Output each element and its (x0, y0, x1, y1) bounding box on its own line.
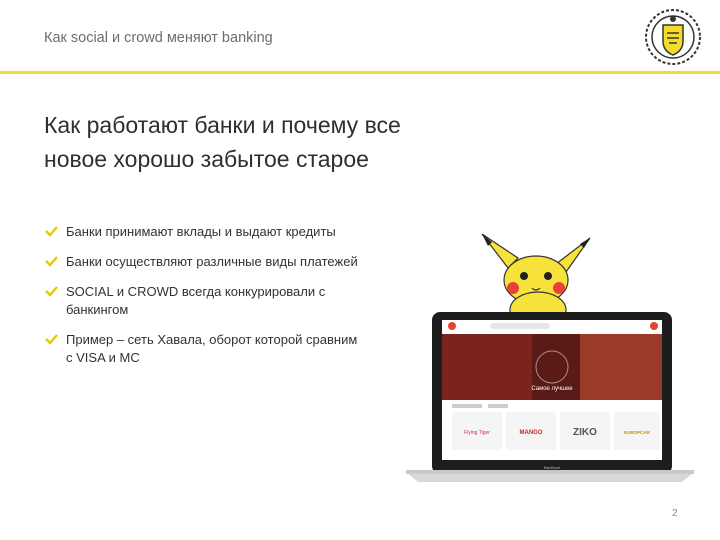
bullet-text: Банки принимают вклады и выдают кредиты (66, 224, 336, 239)
laptop-mockup: Самое лучшее Flying Tiger MANGO ZIKO EUR… (400, 300, 700, 485)
slide-title-line-1: Как работают банки и почему все (44, 112, 401, 138)
bullet-text: SOCIAL и CROWD всегда конкурировали с (66, 284, 326, 299)
laptop-logo-1: Flying Tiger (464, 430, 490, 436)
bullet-item: Банки принимают вклады и выдают кредиты (44, 223, 404, 241)
bullet-item: Банки осуществляют различные виды платеж… (44, 253, 404, 271)
slide-title-line-2: новое хорошо забытое старое (44, 146, 369, 172)
check-icon (45, 226, 58, 237)
laptop-logo-4: EUROPCAR (624, 430, 651, 435)
presentation-title: Как social и crowd меняют banking (44, 30, 273, 46)
bullet-item: Пример – сеть Хавала, оборот которой сра… (44, 331, 404, 367)
bullet-text: Пример – сеть Хавала, оборот которой сра… (66, 332, 358, 347)
bank-emblem-icon (645, 9, 701, 65)
check-icon (45, 286, 58, 297)
laptop-illustration: Самое лучшее Flying Tiger MANGO ZIKO EUR… (406, 312, 694, 482)
slide-title: Как работают банки и почему все новое хо… (44, 108, 484, 176)
check-icon (45, 334, 58, 345)
bullet-text: Банки осуществляют различные виды платеж… (66, 254, 358, 269)
check-icon (45, 256, 58, 267)
bullet-text-continued: с VISA и МС (66, 350, 140, 365)
header-divider (0, 71, 720, 74)
laptop-logo-2: MANGO (520, 430, 543, 436)
page-number: 2 (672, 508, 678, 519)
bullet-text-continued: банкингом (66, 302, 129, 317)
bullet-item: SOCIAL и CROWD всегда конкурировали с ба… (44, 283, 404, 319)
laptop-hero-text: Самое лучшее (531, 386, 573, 392)
bullet-list: Банки принимают вклады и выдают кредиты … (44, 223, 404, 379)
laptop-brand-label: MacBook (544, 465, 561, 470)
laptop-logo-3: ZIKO (573, 427, 597, 438)
